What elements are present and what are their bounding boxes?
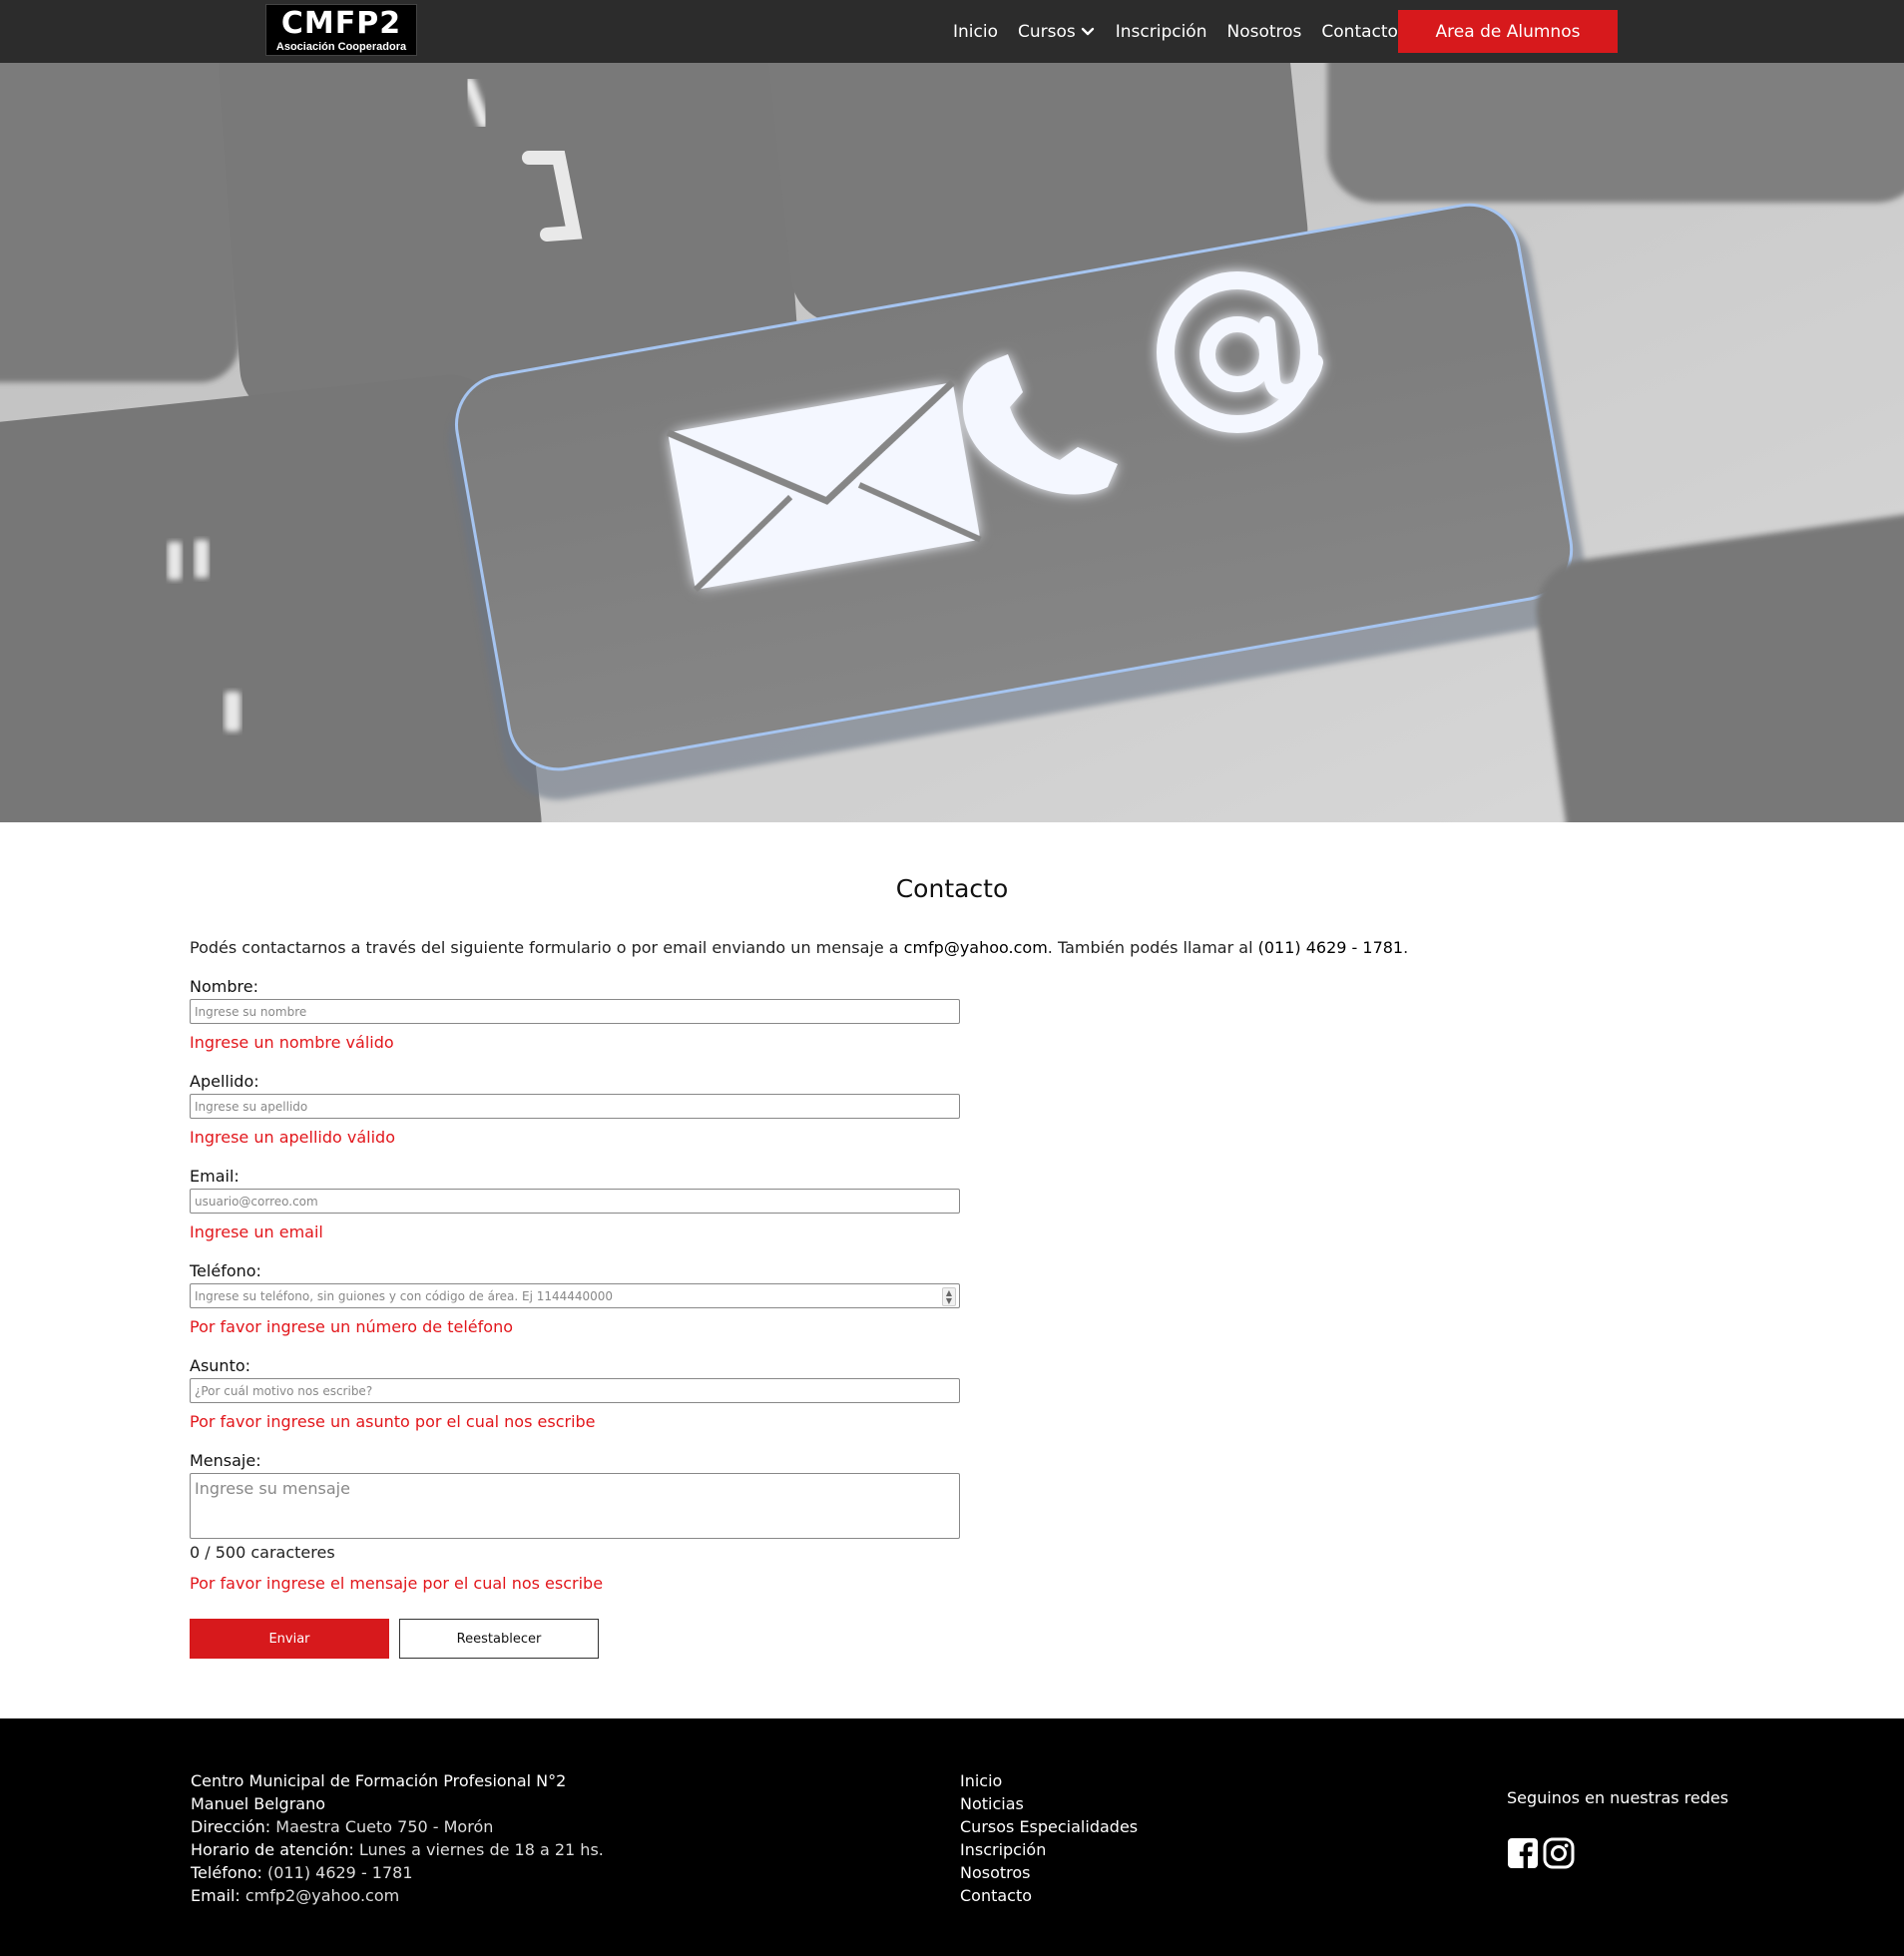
intro-text-part: .	[1403, 938, 1409, 957]
field-email: Email: Ingrese un email	[190, 1167, 960, 1242]
asunto-error: Por favor ingrese un asunto por el cual …	[190, 1412, 596, 1431]
nombre-input[interactable]	[190, 999, 960, 1024]
footer-telefono-value: (011) 4629 - 1781	[267, 1863, 413, 1882]
keyboard-illustration	[0, 63, 1904, 822]
telefono-error: Por favor ingrese un número de teléfono	[190, 1317, 513, 1336]
telefono-input[interactable]	[190, 1283, 960, 1308]
footer: Centro Municipal de Formación Profesiona…	[0, 1718, 1904, 1956]
email-input[interactable]	[190, 1189, 960, 1214]
footer-email-value: cmfp2@yahoo.com	[244, 1886, 400, 1905]
apellido-error: Ingrese un apellido válido	[190, 1128, 395, 1147]
footer-horario-value: Lunes a viernes de 18 a 21 hs.	[358, 1840, 604, 1859]
intro-text-part: . También podés llamar al	[1047, 938, 1258, 957]
intro-text-part: Podés contactarnos a través del siguient…	[190, 938, 904, 957]
nombre-error: Ingrese un nombre válido	[190, 1033, 394, 1052]
nombre-label: Nombre:	[190, 977, 258, 996]
submit-button[interactable]: Enviar	[190, 1619, 389, 1659]
telefono-label: Teléfono:	[190, 1261, 261, 1280]
footer-org-line1: Centro Municipal de Formación Profesiona…	[191, 1771, 567, 1790]
social-links	[1507, 1837, 1575, 1869]
footer-telefono: Teléfono: (011) 4629 - 1781	[191, 1861, 604, 1884]
character-counter: 0 / 500 caracteres	[190, 1543, 335, 1562]
intro-email: cmfp@yahoo.com	[903, 938, 1048, 957]
social-title: Seguinos en nuestras redes	[1507, 1788, 1729, 1807]
mensaje-error: Por favor ingrese el mensaje por el cual…	[190, 1574, 604, 1593]
mensaje-textarea[interactable]	[190, 1473, 960, 1539]
footer-link-nosotros[interactable]: Nosotros	[960, 1861, 1138, 1884]
email-label: Email:	[190, 1167, 239, 1186]
footer-direccion-label: Dirección:	[191, 1817, 271, 1836]
field-telefono: Teléfono: ▲▼ Por favor ingrese un número…	[190, 1261, 960, 1337]
instagram-icon[interactable]	[1543, 1837, 1575, 1869]
telefono-input-wrap: ▲▼	[190, 1283, 960, 1308]
footer-link-inscripcion[interactable]: Inscripción	[960, 1838, 1138, 1861]
footer-link-inicio[interactable]: Inicio	[960, 1769, 1138, 1792]
footer-horario-label: Horario de atención:	[191, 1840, 354, 1859]
field-apellido: Apellido: Ingrese un apellido válido	[190, 1072, 960, 1148]
footer-info: Centro Municipal de Formación Profesiona…	[191, 1769, 604, 1907]
nav-contacto[interactable]: Contacto	[1321, 22, 1398, 42]
page-title: Contacto	[895, 874, 1009, 903]
facebook-icon[interactable]	[1507, 1837, 1539, 1869]
field-nombre: Nombre: Ingrese un nombre válido	[190, 977, 960, 1053]
footer-direccion-value: Maestra Cueto 750 - Morón	[275, 1817, 494, 1836]
chevron-down-icon	[1081, 27, 1094, 35]
intro-text: Podés contactarnos a través del siguient…	[190, 938, 1408, 957]
email-error: Ingrese un email	[190, 1222, 323, 1241]
intro-phone: (011) 4629 - 1781	[1257, 938, 1404, 957]
nav-cursos-label: Cursos	[1017, 21, 1076, 42]
footer-link-noticias[interactable]: Noticias	[960, 1792, 1138, 1815]
footer-horario: Horario de atención: Lunes a viernes de …	[191, 1838, 604, 1861]
navbar: CMFP2 Asociación Cooperadora Inicio Curs…	[0, 0, 1904, 63]
footer-email-label: Email:	[191, 1886, 240, 1905]
footer-links: Inicio Noticias Cursos Especialidades In…	[960, 1769, 1138, 1907]
footer-link-cursos[interactable]: Cursos Especialidades	[960, 1815, 1138, 1838]
footer-direccion: Dirección: Maestra Cueto 750 - Morón	[191, 1815, 604, 1838]
reset-button[interactable]: Reestablecer	[399, 1619, 599, 1659]
logo[interactable]: CMFP2 Asociación Cooperadora	[265, 4, 417, 56]
footer-link-contacto[interactable]: Contacto	[960, 1884, 1138, 1907]
nav-inicio[interactable]: Inicio	[953, 22, 998, 42]
footer-org-line2: Manuel Belgrano	[191, 1794, 325, 1813]
nav-nosotros[interactable]: Nosotros	[1226, 22, 1301, 42]
apellido-input[interactable]	[190, 1094, 960, 1119]
area-alumnos-button[interactable]: Area de Alumnos	[1398, 10, 1618, 53]
field-asunto: Asunto: Por favor ingrese un asunto por …	[190, 1356, 960, 1432]
footer-telefono-label: Teléfono:	[191, 1863, 262, 1882]
asunto-label: Asunto:	[190, 1356, 251, 1375]
logo-subtitle: Asociación Cooperadora	[275, 41, 407, 53]
nav-cursos[interactable]: Cursos	[1018, 22, 1096, 42]
number-spinner[interactable]: ▲ ▼	[942, 1287, 956, 1306]
mensaje-label: Mensaje:	[190, 1451, 261, 1470]
footer-email: Email: cmfp2@yahoo.com	[191, 1884, 604, 1907]
hero-image	[0, 63, 1904, 822]
field-mensaje: Mensaje: 0 / 500 caracteres Por favor in…	[190, 1451, 960, 1594]
main-nav: Inicio Cursos Inscripción Nosotros Conta…	[953, 0, 1398, 63]
asunto-input[interactable]	[190, 1378, 960, 1403]
logo-text: CMFP2	[280, 6, 402, 41]
apellido-label: Apellido:	[190, 1072, 259, 1091]
nav-inscripcion[interactable]: Inscripción	[1116, 22, 1207, 42]
